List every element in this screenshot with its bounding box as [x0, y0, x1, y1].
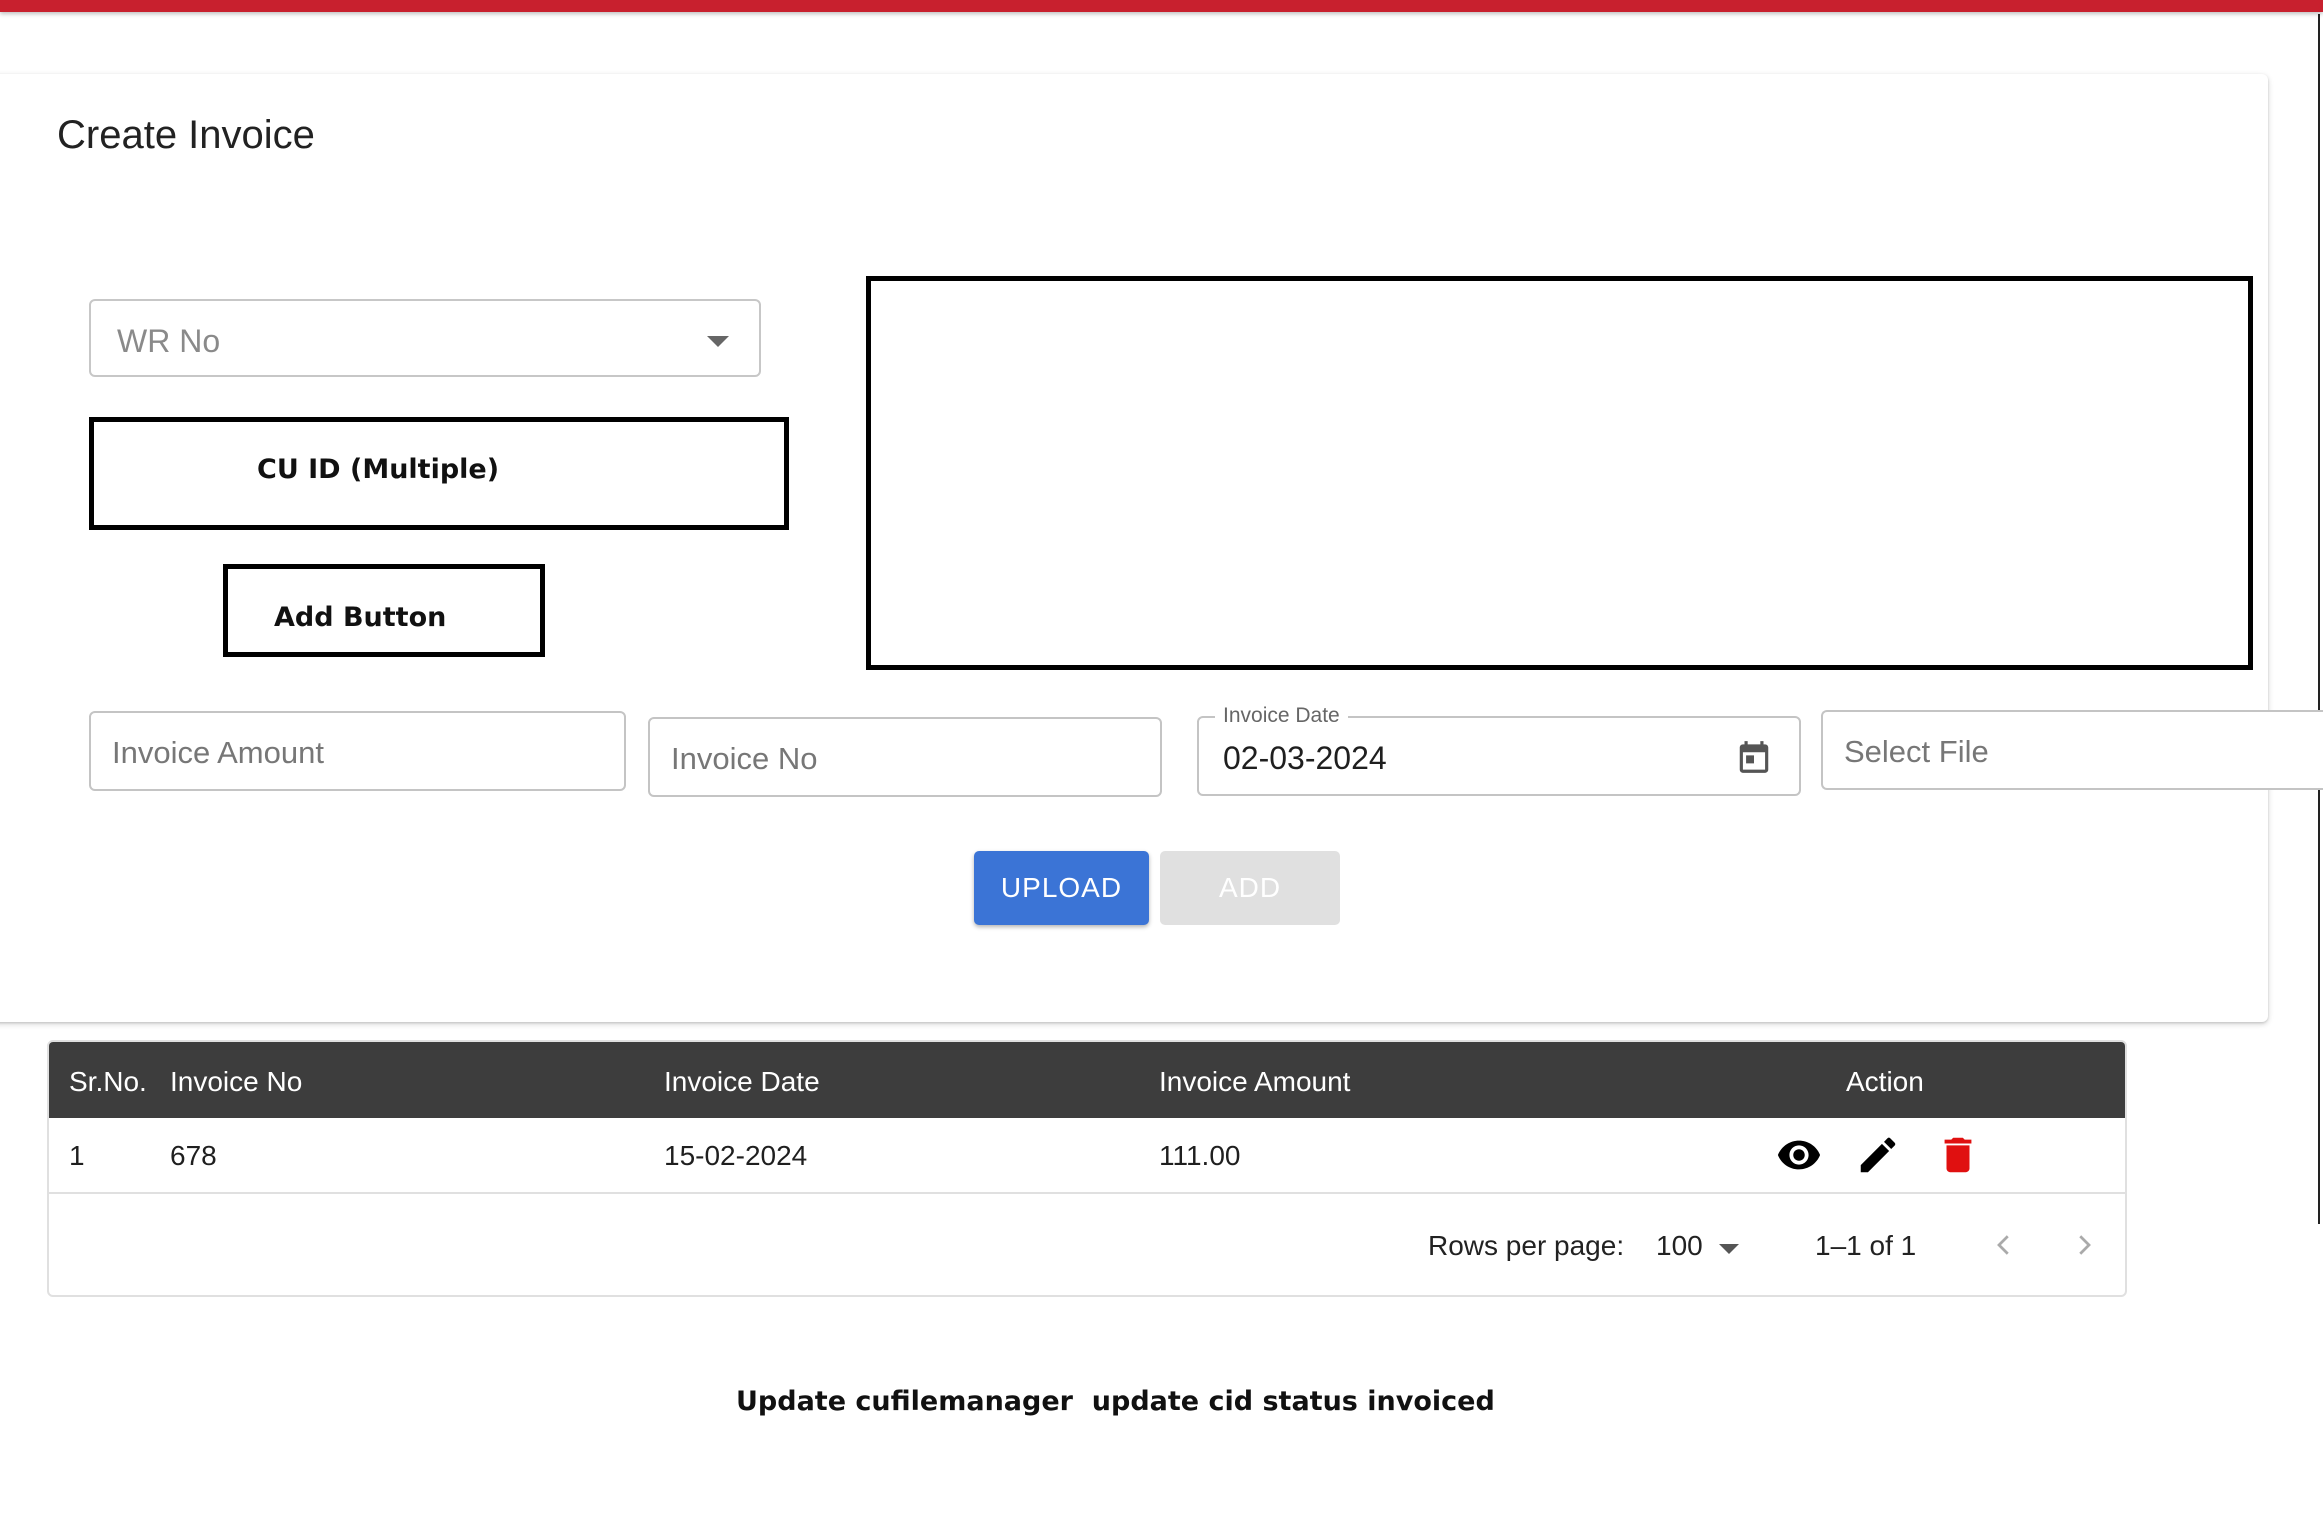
- wr-no-select[interactable]: WR No: [89, 299, 761, 377]
- rows-per-page-select[interactable]: 100: [1656, 1230, 1703, 1262]
- cu-id-list-box: [866, 276, 2253, 670]
- cell-invoice-no: 678: [170, 1140, 217, 1171]
- table-row: 1 678 15-02-2024 111.00: [49, 1118, 2125, 1194]
- chevron-down-icon: [707, 336, 729, 347]
- calendar-icon[interactable]: [1735, 736, 1773, 778]
- top-accent-bar: [0, 0, 2323, 12]
- add-button-label: Add Button: [274, 602, 447, 633]
- window-edge: [2318, 14, 2320, 1224]
- pagination-range: 1–1 of 1: [1815, 1230, 1917, 1261]
- rows-per-page-label: Rows per page:: [1428, 1230, 1625, 1261]
- header-action: Action: [1846, 1066, 1924, 1097]
- header-invoice-amount: Invoice Amount: [1159, 1066, 1351, 1097]
- add-button[interactable]: Add Button: [223, 564, 545, 657]
- page-title: Create Invoice: [57, 113, 315, 157]
- invoice-no-input[interactable]: Invoice No: [648, 717, 1162, 797]
- cell-invoice-date: 15-02-2024: [664, 1140, 808, 1171]
- invoice-table: Sr.No. Invoice No Invoice Date Invoice A…: [47, 1040, 2127, 1297]
- header-invoice-no: Invoice No: [170, 1066, 303, 1097]
- header-invoice-date: Invoice Date: [664, 1066, 820, 1097]
- cell-sr-no: 1: [69, 1140, 85, 1171]
- annotation-note: Update cufilemanager update cid status i…: [736, 1386, 1495, 1417]
- invoice-no-placeholder: Invoice No: [671, 741, 818, 776]
- table-header: Sr.No. Invoice No Invoice Date Invoice A…: [49, 1042, 2125, 1118]
- invoice-date-label: Invoice Date: [1215, 704, 1348, 728]
- upload-button[interactable]: UPLOAD: [974, 851, 1149, 925]
- cu-id-multiple-field[interactable]: CU ID (Multiple): [89, 417, 789, 530]
- select-file-placeholder: Select File: [1844, 734, 1989, 769]
- cu-id-label: CU ID (Multiple): [257, 454, 500, 485]
- invoice-date-input[interactable]: Invoice Date 02-03-2024: [1197, 704, 1801, 796]
- wr-no-placeholder: WR No: [117, 323, 221, 359]
- chevron-right-icon[interactable]: [2069, 1230, 2099, 1260]
- chevron-down-icon[interactable]: [1719, 1244, 1739, 1254]
- invoice-date-value: 02-03-2024: [1223, 740, 1387, 776]
- eye-icon[interactable]: [1776, 1132, 1822, 1178]
- invoice-amount-placeholder: Invoice Amount: [112, 735, 324, 770]
- invoice-amount-input[interactable]: Invoice Amount: [89, 711, 626, 791]
- add-invoice-button[interactable]: ADD: [1160, 851, 1340, 925]
- table-pagination: Rows per page: 100 1–1 of 1: [49, 1192, 2125, 1295]
- cell-invoice-amount: 111.00: [1159, 1140, 1241, 1171]
- trash-icon[interactable]: [1935, 1132, 1981, 1178]
- chevron-left-icon[interactable]: [1989, 1230, 2019, 1260]
- pencil-icon[interactable]: [1855, 1132, 1901, 1178]
- select-file-input[interactable]: Select File: [1821, 710, 2323, 790]
- header-sr-no: Sr.No.: [69, 1066, 147, 1097]
